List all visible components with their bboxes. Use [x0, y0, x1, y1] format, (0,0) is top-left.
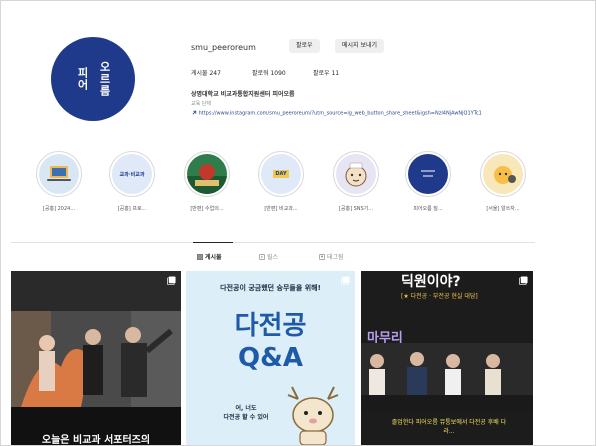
- highlight-label: [공홍] SNS기...: [338, 206, 374, 212]
- post-3[interactable]: 딕원이야? [★ 다전공 · 부전공 현실 대담] 마무리 졸업한다 피어오름 …: [361, 271, 533, 445]
- profile-avatar[interactable]: 피어 오르름: [51, 37, 135, 121]
- laptop-icon: [39, 154, 79, 194]
- highlight-7[interactable]: [서울] 알쓰자...: [477, 151, 529, 212]
- tab-tagged[interactable]: 태그됨: [319, 252, 344, 261]
- message-button[interactable]: 메시지 보내기: [335, 39, 385, 53]
- post-2-top-text: 다전공이 궁금했던 슝무들을 위해!: [220, 284, 321, 292]
- followers-count[interactable]: 팔로워 1090: [252, 68, 286, 77]
- highlight-2[interactable]: 교과·비교과 [공홍] 프로...: [106, 151, 158, 212]
- highlight-ring: [405, 151, 451, 197]
- post-3-subtitle: [★ 다전공 · 부전공 현실 대담]: [401, 293, 478, 300]
- profile-username: smu_peeroreum: [191, 43, 256, 52]
- highlight-ring: DAY: [258, 151, 304, 197]
- tabs-divider: [11, 242, 535, 243]
- bio-link[interactable]: https://www.instagram.com/smu_peeroreum/…: [191, 110, 591, 117]
- post-1[interactable]: 오늘은 비교과 서포터즈의: [11, 271, 181, 446]
- post-2-title-line2: Q&A: [238, 343, 303, 373]
- tag-user-icon: [319, 253, 325, 260]
- instagram-profile-window: 피어 오르름 smu_peeroreum 팔로우 메시지 보내기 게시물 247…: [0, 0, 596, 446]
- highlight-label: [반편] 수업의...: [190, 206, 224, 212]
- highlight-6[interactable]: 피어오름 질...: [402, 151, 454, 212]
- post-3-caption: 졸업한다 피어오름 뮤퉁보에서 다전공 후배 다라...: [391, 419, 507, 435]
- link-icon: [192, 110, 197, 115]
- bio-link-text: https://www.instagram.com/smu_peeroreum/…: [198, 110, 482, 117]
- highlight-label: 피어오름 질...: [413, 206, 443, 212]
- post-2-speech: 어, 너도 다전공 할 수 있어: [223, 405, 269, 421]
- highlight-ring: [184, 151, 230, 197]
- post-1-photo: [11, 271, 181, 445]
- following-count[interactable]: 팔로우 11: [313, 68, 339, 77]
- logo-icon: [408, 154, 448, 194]
- text-badge-icon: DAY: [261, 154, 301, 194]
- highlight-3[interactable]: [반편] 수업의...: [181, 151, 233, 212]
- bio-category: 교육 단체: [191, 101, 211, 107]
- text-badge-icon: 교과·비교과: [112, 154, 152, 194]
- highlight-5[interactable]: [공홍] SNS기...: [330, 151, 382, 212]
- highlight-badge-text: 교과·비교과: [119, 171, 145, 178]
- highlight-label: [공홍] 프로...: [117, 206, 147, 212]
- grid-icon: [197, 253, 203, 260]
- follow-button[interactable]: 팔로우: [289, 39, 320, 53]
- post-3-top-text: 딕원이야?: [401, 274, 461, 290]
- avatar-text-left: 피어: [76, 67, 89, 91]
- reels-icon: [259, 253, 265, 260]
- posts-count: 게시물 247: [191, 70, 221, 77]
- highlight-1[interactable]: [공홍] 2024...: [33, 151, 85, 212]
- highlight-badge-text: DAY: [273, 170, 289, 178]
- tab-tagged-label: 태그됨: [327, 254, 344, 261]
- tab-reels-label: 릴스: [267, 254, 279, 261]
- highlight-ring: [333, 151, 379, 197]
- active-tab-indicator: [193, 242, 233, 243]
- highlight-ring: [480, 151, 526, 197]
- post-2[interactable]: 다전공이 궁금했던 슝무들을 위해! 다전공 Q&A 어, 너도 다전공 할 수…: [186, 271, 355, 445]
- bio-name: 상명대학교 비교과통합지원센터 피어오름: [191, 91, 295, 98]
- character-icon: [483, 154, 523, 194]
- highlight-4[interactable]: DAY [반편] 비교과...: [255, 151, 307, 212]
- multiple-photos-icon: [519, 276, 528, 285]
- tab-posts-label: 게시물: [205, 254, 222, 261]
- multiple-photos-icon: [167, 276, 176, 285]
- highlight-ring: 교과·비교과: [109, 151, 155, 197]
- avatar-text-right: 오르름: [98, 61, 111, 97]
- photo-icon: [187, 154, 227, 194]
- tab-posts[interactable]: 게시물: [197, 252, 222, 261]
- highlight-ring: [36, 151, 82, 197]
- post-1-caption: 오늘은 비교과 서포터즈의: [41, 435, 151, 446]
- character-icon: [336, 154, 376, 194]
- highlight-label: [서울] 알쓰자...: [486, 206, 520, 212]
- deer-character-icon: [287, 386, 339, 445]
- highlight-label: [반편] 비교과...: [264, 206, 298, 212]
- highlight-label: [공홍] 2024...: [42, 206, 76, 212]
- post-3-photo: [361, 343, 533, 411]
- tab-reels[interactable]: 릴스: [259, 252, 278, 261]
- post-2-title-line1: 다전공: [234, 311, 307, 341]
